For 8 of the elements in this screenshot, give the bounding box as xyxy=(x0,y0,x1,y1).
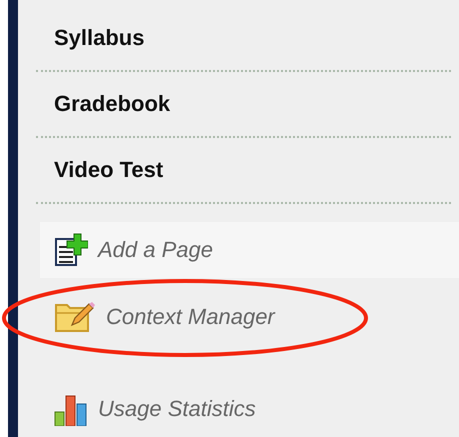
tool-link[interactable]: Usage Statistics xyxy=(98,396,256,422)
tool-link[interactable]: Add a Page xyxy=(98,237,213,263)
tool-link[interactable]: Context Manager xyxy=(106,304,275,330)
folder-pencil-icon xyxy=(54,301,96,333)
nav-link[interactable]: Video Test xyxy=(54,159,164,181)
nav-link[interactable]: Gradebook xyxy=(54,93,170,115)
nav-link[interactable]: Syllabus xyxy=(54,27,144,49)
add-page-icon xyxy=(54,233,88,267)
